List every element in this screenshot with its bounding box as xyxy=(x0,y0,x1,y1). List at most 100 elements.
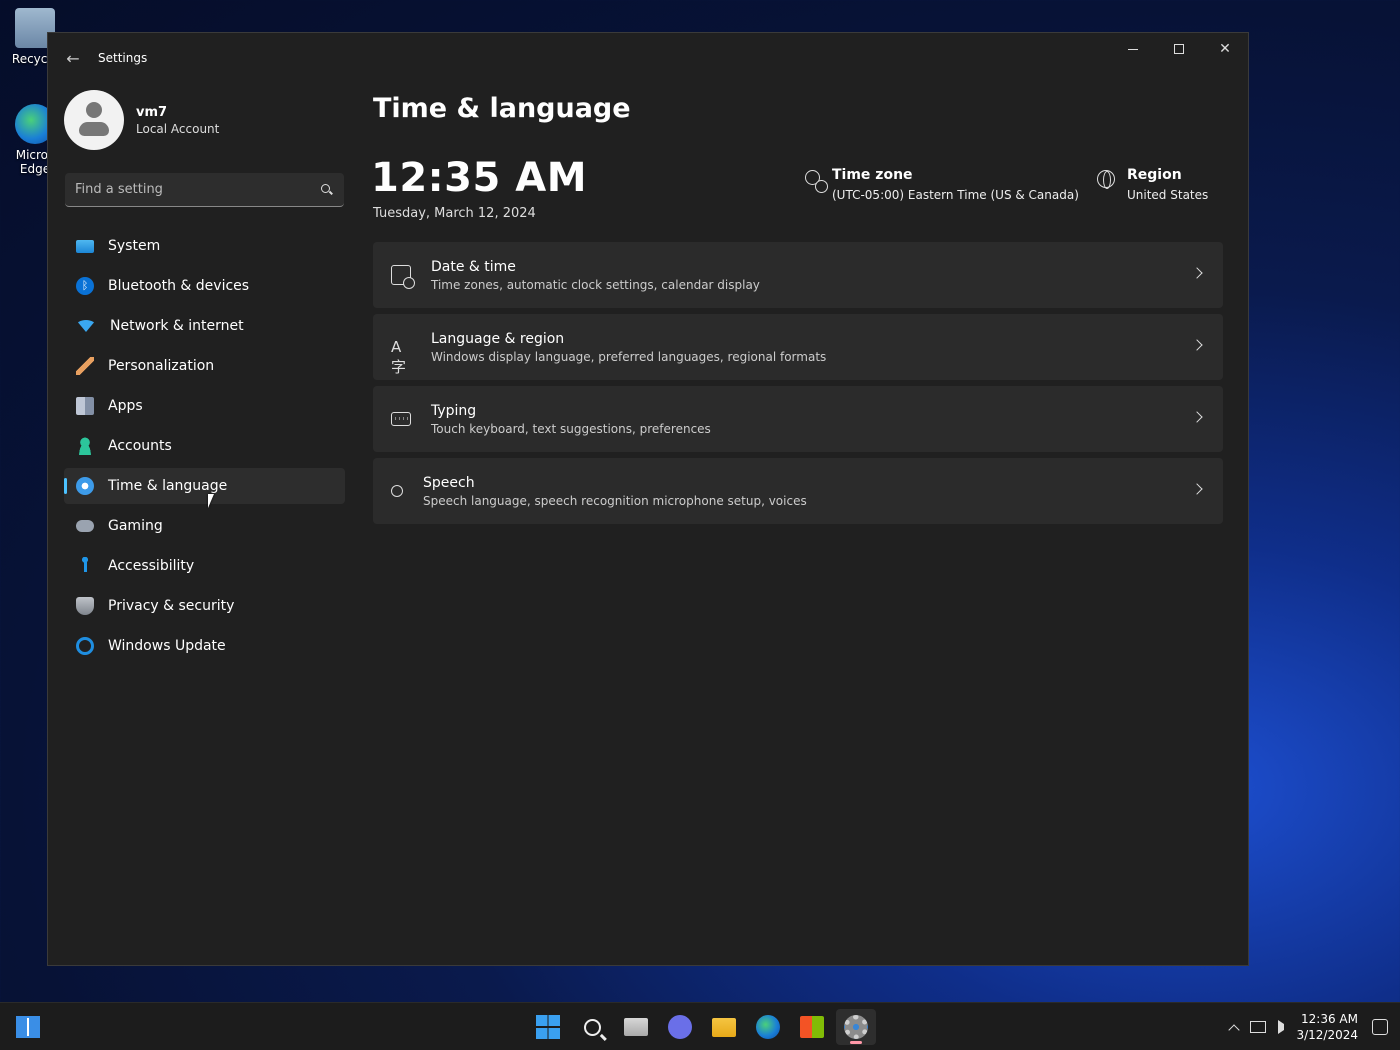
current-time: 12:35 AM xyxy=(371,155,588,201)
update-icon xyxy=(76,637,94,655)
chevron-right-icon xyxy=(1191,267,1203,279)
sidebar-nav: System ᛒ Bluetooth & devices Network & i… xyxy=(64,228,345,668)
chevron-up-icon[interactable] xyxy=(1228,1024,1241,1036)
profile-name: vm7 xyxy=(136,104,168,120)
system-tray: 12:36 AM 3/12/2024 xyxy=(1228,1003,1388,1050)
avatar-body xyxy=(79,122,109,136)
notification-icon[interactable] xyxy=(1372,1019,1388,1035)
language-icon: A字 xyxy=(391,338,407,376)
sidebar-item-label: Apps xyxy=(108,398,143,414)
accessibility-icon xyxy=(76,557,94,575)
card-description: Windows display language, preferred lang… xyxy=(431,349,827,364)
sidebar-item-system[interactable]: System xyxy=(64,228,345,264)
apps-icon xyxy=(76,397,94,415)
page-title: Time & language xyxy=(373,93,631,124)
settings-taskbar-button[interactable] xyxy=(836,1009,876,1045)
window-title: Settings xyxy=(98,51,148,65)
sidebar-item-gaming[interactable]: Gaming xyxy=(64,508,345,544)
close-icon: ✕ xyxy=(1219,41,1231,57)
sidebar-item-label: Accounts xyxy=(108,438,172,454)
file-explorer-icon xyxy=(712,1017,736,1037)
sidebar-item-label: Accessibility xyxy=(108,558,195,574)
settings-cards: Date & time Time zones, automatic clock … xyxy=(373,242,1223,530)
avatar[interactable] xyxy=(64,90,124,150)
system-icon xyxy=(76,239,94,253)
search-box[interactable] xyxy=(65,173,344,207)
profile-account-type: Local Account xyxy=(136,121,220,136)
region-title: Region xyxy=(1127,167,1182,183)
speech-icon xyxy=(391,485,403,497)
card-title: Speech xyxy=(423,474,475,491)
sidebar-item-bluetooth[interactable]: ᛒ Bluetooth & devices xyxy=(64,268,345,304)
store-icon xyxy=(800,1016,824,1038)
start-icon xyxy=(536,1015,560,1039)
card-speech[interactable]: Speech Speech language, speech recogniti… xyxy=(373,458,1223,524)
taskbar-date: 3/12/2024 xyxy=(1296,1028,1358,1042)
store-button[interactable] xyxy=(792,1009,832,1045)
region-info: Region United States xyxy=(1097,167,1208,202)
minimize-button[interactable] xyxy=(1110,33,1156,65)
search-input[interactable] xyxy=(75,182,320,197)
title-bar[interactable]: ← Settings ✕ xyxy=(48,33,1248,83)
sidebar-item-personalization[interactable]: Personalization xyxy=(64,348,345,384)
sidebar-item-apps[interactable]: Apps xyxy=(64,388,345,424)
chat-icon xyxy=(668,1015,692,1039)
network-icon xyxy=(76,320,96,332)
bluetooth-icon: ᛒ xyxy=(76,277,94,295)
chat-button[interactable] xyxy=(660,1009,700,1045)
chevron-right-icon xyxy=(1191,411,1203,423)
sidebar-item-label: Bluetooth & devices xyxy=(108,278,250,294)
sidebar-item-label: Personalization xyxy=(108,358,215,374)
time-zone-title: Time zone xyxy=(832,167,913,183)
user-profile[interactable]: vm7 Local Account xyxy=(64,90,219,150)
settings-icon xyxy=(844,1015,868,1039)
card-language-region[interactable]: A字 Language & region Windows display lan… xyxy=(373,314,1223,380)
sidebar-item-privacy-security[interactable]: Privacy & security xyxy=(64,588,345,624)
time-zone-info: Time zone (UTC-05:00) Eastern Time (US &… xyxy=(805,167,1079,202)
start-button[interactable] xyxy=(528,1009,568,1045)
sidebar-item-time-language[interactable]: Time & language xyxy=(64,468,345,504)
taskbar-clock[interactable]: 12:36 AM 3/12/2024 xyxy=(1296,1011,1358,1043)
region-value: United States xyxy=(1127,188,1209,202)
sidebar-item-windows-update[interactable]: Windows Update xyxy=(64,628,345,664)
back-button[interactable]: ← xyxy=(62,47,84,69)
task-view-button[interactable] xyxy=(616,1009,656,1045)
chevron-right-icon xyxy=(1191,339,1203,351)
edge-icon xyxy=(756,1015,780,1039)
close-button[interactable]: ✕ xyxy=(1202,33,1248,65)
brush-icon xyxy=(76,357,94,375)
widgets-icon[interactable] xyxy=(16,1016,40,1038)
card-description: Touch keyboard, text suggestions, prefer… xyxy=(431,421,711,436)
minimize-icon xyxy=(1128,48,1138,50)
sidebar-item-label: System xyxy=(108,238,161,254)
card-title: Date & time xyxy=(431,258,516,275)
maximize-icon xyxy=(1174,44,1184,54)
volume-icon[interactable] xyxy=(1278,1020,1285,1034)
task-view-icon xyxy=(624,1018,648,1036)
current-date: Tuesday, March 12, 2024 xyxy=(373,206,536,221)
sidebar-item-accounts[interactable]: Accounts xyxy=(64,428,345,464)
taskbar-apps xyxy=(528,1009,880,1045)
card-title: Typing xyxy=(431,402,477,419)
network-status-icon[interactable] xyxy=(1250,1021,1267,1033)
globe-icon xyxy=(1097,170,1115,189)
card-typing[interactable]: Typing Touch keyboard, text suggestions,… xyxy=(373,386,1223,452)
search-icon[interactable] xyxy=(320,183,334,197)
sidebar-item-label: Time & language xyxy=(108,478,228,494)
calendar-clock-icon xyxy=(391,265,415,289)
card-description: Speech language, speech recognition micr… xyxy=(423,493,807,508)
edge-button[interactable] xyxy=(748,1009,788,1045)
sidebar-item-label: Privacy & security xyxy=(108,598,235,614)
sidebar-item-label: Windows Update xyxy=(108,638,226,654)
taskbar-search-button[interactable] xyxy=(572,1009,612,1045)
chevron-right-icon xyxy=(1191,483,1203,495)
card-title: Language & region xyxy=(431,330,565,347)
mouse-cursor xyxy=(208,494,220,508)
card-date-time[interactable]: Date & time Time zones, automatic clock … xyxy=(373,242,1223,308)
file-explorer-button[interactable] xyxy=(704,1009,744,1045)
sidebar-item-accessibility[interactable]: Accessibility xyxy=(64,548,345,584)
card-description: Time zones, automatic clock settings, ca… xyxy=(431,277,760,292)
sidebar-item-network[interactable]: Network & internet xyxy=(64,308,345,344)
keyboard-icon xyxy=(391,412,411,426)
maximize-button[interactable] xyxy=(1156,33,1202,65)
